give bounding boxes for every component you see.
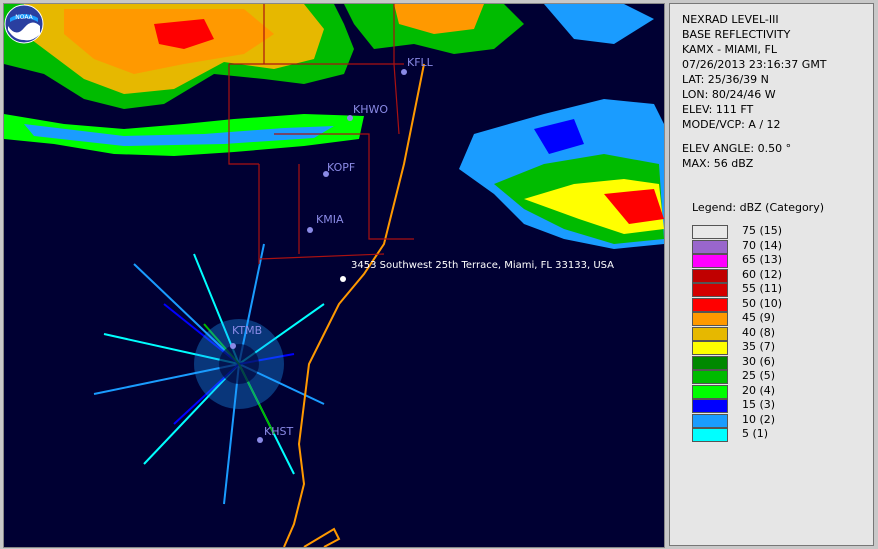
legend-label: 25 (5) (742, 369, 776, 382)
legend-label: 45 (9) (742, 311, 776, 324)
legend-swatch (692, 283, 728, 297)
elevation-angle: ELEV ANGLE: 0.50 ° (682, 142, 792, 155)
noaa-logo-icon: NOAA (4, 4, 44, 44)
legend-label: 65 (13) (742, 253, 783, 266)
noaa-logo-text: NOAA (15, 14, 33, 21)
radar-window: KFLL KHWO KOPF KMIA KTMB KHST 3453 South… (0, 0, 878, 549)
product-name: NEXRAD LEVEL-III (682, 13, 779, 26)
address-label: 3453 Southwest 25th Terrace, Miami, FL 3… (351, 260, 615, 271)
station-elevation: ELEV: 111 FT (682, 103, 754, 116)
kfll-dot[interactable] (401, 69, 407, 75)
radar-map[interactable]: KFLL KHWO KOPF KMIA KTMB KHST 3453 South… (3, 3, 665, 548)
max-reflectivity: MAX: 56 dBZ (682, 157, 754, 170)
info-panel: NEXRAD LEVEL-III BASE REFLECTIVITY KAMX … (669, 3, 874, 546)
coastline-keys (303, 527, 341, 547)
radar-station: KAMX - MIAMI, FL (682, 43, 777, 56)
radar-svg (4, 4, 664, 547)
legend-label: 10 (2) (742, 412, 776, 426)
legend-swatch (692, 355, 728, 370)
legend-title: Legend: dBZ (Category) (692, 201, 824, 214)
legend-swatch (692, 239, 728, 254)
station-longitude: LON: 80/24/46 W (682, 88, 776, 101)
legend-swatch (692, 254, 728, 268)
station-kopf-label[interactable]: KOPF (327, 161, 355, 174)
station-khwo-label[interactable]: KHWO (353, 103, 388, 116)
legend-label: 75 (15) (742, 224, 783, 237)
legend-label: 5 (1) (742, 427, 769, 440)
legend-label: 70 (14) (742, 238, 783, 252)
kmia-dot[interactable] (307, 227, 313, 233)
legend-label: 55 (11) (742, 282, 783, 295)
legend-label: 30 (6) (742, 354, 776, 368)
khst-dot[interactable] (257, 437, 263, 443)
product-type: BASE REFLECTIVITY (682, 28, 791, 41)
legend-swatch (692, 326, 728, 341)
scan-mode: MODE/VCP: A / 12 (682, 118, 781, 131)
station-kmia-label[interactable]: KMIA (316, 213, 343, 226)
legend-swatch (692, 268, 728, 283)
legend-label: 20 (4) (742, 383, 776, 397)
station-latitude: LAT: 25/36/39 N (682, 73, 769, 86)
station-ktmb-label[interactable]: KTMB (232, 324, 262, 337)
legend-label: 35 (7) (742, 340, 776, 353)
legend-swatch (692, 312, 728, 326)
legend-label: 15 (3) (742, 398, 776, 411)
legend-swatch (692, 399, 728, 413)
scan-datetime: 07/26/2013 23:16:37 GMT (682, 58, 827, 71)
legend-swatch (692, 428, 728, 442)
radar-site (219, 344, 259, 384)
legend-swatch (692, 370, 728, 384)
storm-band-ne-2 (544, 4, 654, 44)
legend-swatch (692, 225, 728, 239)
legend-label: 50 (10) (742, 296, 783, 310)
legend-label: 40 (8) (742, 325, 776, 339)
station-kfll-label[interactable]: KFLL (407, 56, 433, 69)
legend-swatch (692, 297, 728, 312)
ktmb-dot[interactable] (230, 343, 236, 349)
legend-swatch (692, 413, 728, 428)
legend-swatch (692, 384, 728, 399)
address-marker[interactable] (340, 276, 346, 282)
legend-label: 60 (12) (742, 267, 783, 281)
legend-swatch (692, 341, 728, 355)
station-khst-label[interactable]: KHST (264, 425, 293, 438)
